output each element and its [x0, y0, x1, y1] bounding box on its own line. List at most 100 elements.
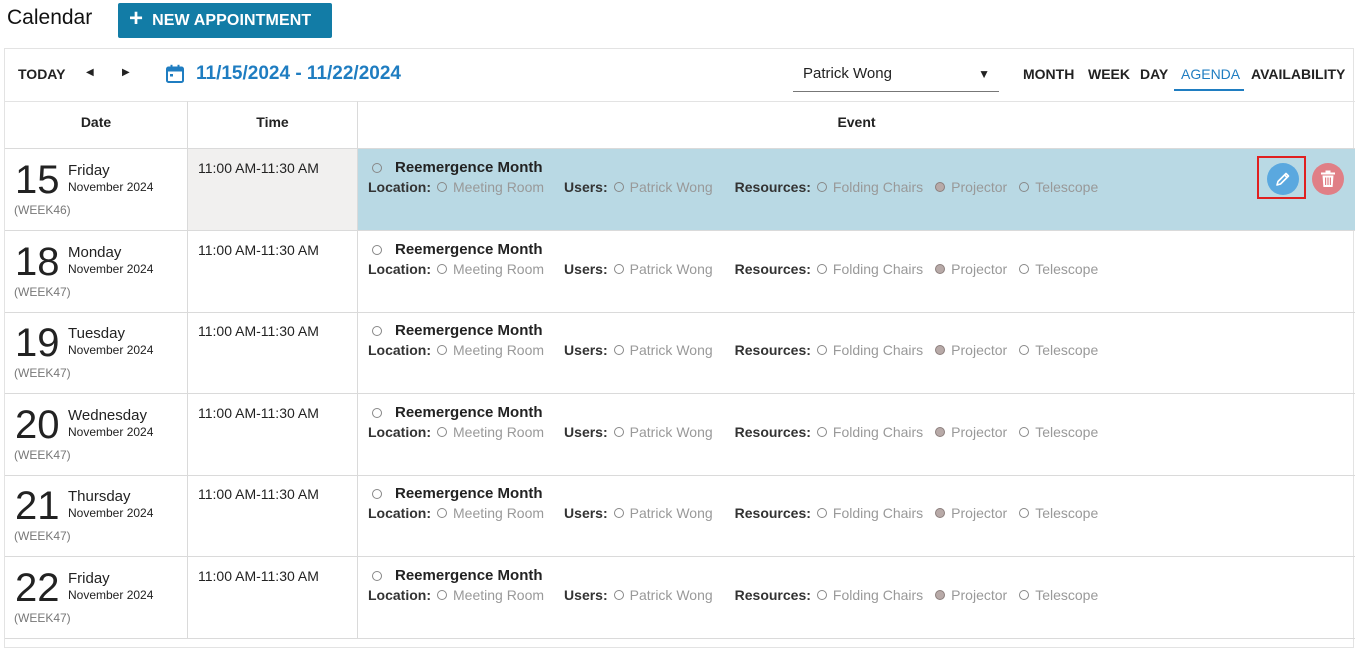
radio-circle-icon[interactable]: [372, 325, 382, 336]
radio-circle-icon[interactable]: [437, 264, 447, 274]
event-title-row[interactable]: Reemergence Month: [372, 241, 543, 258]
event-cell[interactable]: Reemergence Month Location: Meeting Room Us…: [358, 394, 1355, 476]
edit-button[interactable]: [1267, 163, 1299, 195]
time-cell: 11:00 AM-11:30 AM: [188, 231, 358, 313]
event-title[interactable]: Reemergence Month: [395, 485, 543, 502]
radio-circle-icon[interactable]: [1019, 590, 1030, 600]
event-cell[interactable]: Reemergence Month Location: Meeting Room Us…: [358, 231, 1355, 313]
table-row[interactable]: 19 Tuesday November 2024 (WEEK47) 11:00 AM-1…: [5, 312, 1355, 394]
delete-button[interactable]: [1312, 163, 1344, 195]
radio-circle-icon[interactable]: [613, 590, 624, 600]
table-row[interactable]: 18 Monday November 2024 (WEEK47) 11:00 AM-11…: [5, 231, 1355, 313]
radio-circle-icon[interactable]: [372, 244, 382, 255]
table-row[interactable]: 22 Friday November 2024 (WEEK47) 11:00 AM-11…: [5, 557, 1355, 639]
user-value: Patrick Wong: [629, 261, 713, 277]
month-year: November 2024: [68, 180, 154, 194]
radio-circle-filled-icon[interactable]: [935, 182, 946, 192]
radio-circle-icon[interactable]: [816, 508, 827, 518]
today-button[interactable]: TODAY: [18, 66, 65, 82]
radio-circle-filled-icon[interactable]: [935, 508, 946, 518]
radio-circle-icon[interactable]: [372, 570, 382, 581]
event-time: 11:00 AM-11:30 AM: [198, 242, 319, 258]
user-select[interactable]: Patrick Wong ▼: [793, 57, 999, 92]
resource-value: Projector: [951, 342, 1008, 358]
radio-circle-icon[interactable]: [437, 427, 447, 437]
radio-circle-icon[interactable]: [613, 182, 624, 192]
time-cell: 11:00 AM-11:30 AM: [188, 557, 358, 639]
date-cell: 19 Tuesday November 2024 (WEEK47): [5, 312, 188, 394]
event-title[interactable]: Reemergence Month: [395, 241, 543, 258]
users-label: Users:: [564, 424, 608, 440]
radio-circle-icon[interactable]: [1019, 182, 1030, 192]
radio-circle-filled-icon[interactable]: [935, 264, 946, 274]
tab-week[interactable]: WEEK: [1088, 66, 1130, 82]
tab-month[interactable]: MONTH: [1023, 66, 1074, 82]
time-cell: 11:00 AM-11:30 AM: [188, 475, 358, 557]
event-title-row[interactable]: Reemergence Month: [372, 322, 543, 339]
location-value: Meeting Room: [453, 261, 545, 277]
event-cell[interactable]: Reemergence Month Location: Meeting Room Us…: [358, 557, 1355, 639]
event-title-row[interactable]: Reemergence Month: [372, 159, 543, 176]
radio-circle-icon[interactable]: [372, 162, 382, 173]
event-title[interactable]: Reemergence Month: [395, 159, 543, 176]
resources-label: Resources:: [734, 179, 811, 195]
radio-circle-icon[interactable]: [372, 488, 382, 499]
event-title[interactable]: Reemergence Month: [395, 567, 543, 584]
location-value: Meeting Room: [453, 587, 545, 603]
radio-circle-filled-icon[interactable]: [935, 345, 946, 355]
calendar-icon[interactable]: [165, 64, 185, 84]
radio-circle-icon[interactable]: [613, 264, 624, 274]
radio-circle-icon[interactable]: [816, 427, 827, 437]
radio-circle-icon[interactable]: [613, 345, 624, 355]
resources-label: Resources:: [734, 342, 811, 358]
tab-agenda[interactable]: AGENDA: [1181, 66, 1240, 82]
chevron-right-icon[interactable]: ▶: [122, 67, 130, 78]
radio-circle-icon[interactable]: [613, 427, 624, 437]
radio-circle-icon[interactable]: [816, 590, 827, 600]
event-cell[interactable]: Reemergence Month Location: Meeting Room Us…: [358, 149, 1355, 231]
radio-circle-icon[interactable]: [437, 182, 447, 192]
radio-circle-icon[interactable]: [437, 508, 447, 518]
radio-circle-icon[interactable]: [372, 407, 382, 418]
tab-availability[interactable]: AVAILABILITY: [1251, 66, 1345, 82]
event-title-row[interactable]: Reemergence Month: [372, 567, 543, 584]
radio-circle-icon[interactable]: [1019, 427, 1030, 437]
user-value: Patrick Wong: [629, 424, 713, 440]
event-title[interactable]: Reemergence Month: [395, 404, 543, 421]
event-title[interactable]: Reemergence Month: [395, 322, 543, 339]
week-number: (WEEK46): [14, 203, 71, 217]
event-cell[interactable]: Reemergence Month Location: Meeting Room Us…: [358, 475, 1355, 557]
radio-circle-icon[interactable]: [816, 345, 827, 355]
radio-circle-icon[interactable]: [613, 508, 624, 518]
radio-circle-filled-icon[interactable]: [935, 427, 946, 437]
radio-circle-icon[interactable]: [1019, 264, 1030, 274]
radio-circle-icon[interactable]: [437, 345, 447, 355]
resources-label: Resources:: [734, 424, 811, 440]
radio-circle-icon[interactable]: [437, 590, 447, 600]
trash-icon: [1321, 170, 1335, 187]
radio-circle-icon[interactable]: [1019, 508, 1030, 518]
table-row[interactable]: 20 Wednesday November 2024 (WEEK47) 11:00 AM…: [5, 394, 1355, 476]
column-header-time-label: Time: [256, 114, 289, 130]
day-number: 15: [15, 158, 60, 202]
week-number: (WEEK47): [14, 366, 71, 380]
radio-circle-icon[interactable]: [1019, 345, 1030, 355]
event-cell[interactable]: Reemergence Month Location: Meeting Room Us…: [358, 312, 1355, 394]
radio-circle-filled-icon[interactable]: [935, 590, 946, 600]
location-value: Meeting Room: [453, 342, 545, 358]
time-cell: 11:00 AM-11:30 AM: [188, 149, 358, 231]
event-title-row[interactable]: Reemergence Month: [372, 485, 543, 502]
radio-circle-icon[interactable]: [816, 182, 827, 192]
table-row[interactable]: 15 Friday November 2024 (WEEK46) 11:00 AM-11…: [5, 149, 1355, 231]
dropdown-caret-icon: ▼: [978, 67, 990, 81]
tab-day[interactable]: DAY: [1140, 66, 1168, 82]
weekday-name: Wednesday: [68, 407, 147, 424]
radio-circle-icon[interactable]: [816, 264, 827, 274]
location-label: Location:: [368, 424, 431, 440]
date-range[interactable]: 11/15/2024 - 11/22/2024: [196, 63, 401, 85]
new-appointment-button[interactable]: + NEW APPOINTMENT: [118, 3, 332, 38]
table-row[interactable]: 21 Thursday November 2024 (WEEK47) 11:00 AM-…: [5, 475, 1355, 557]
event-details: Location: Meeting Room Users: Patrick Wong R…: [368, 342, 1104, 358]
chevron-left-icon[interactable]: ◀: [86, 67, 94, 78]
event-title-row[interactable]: Reemergence Month: [372, 404, 543, 421]
